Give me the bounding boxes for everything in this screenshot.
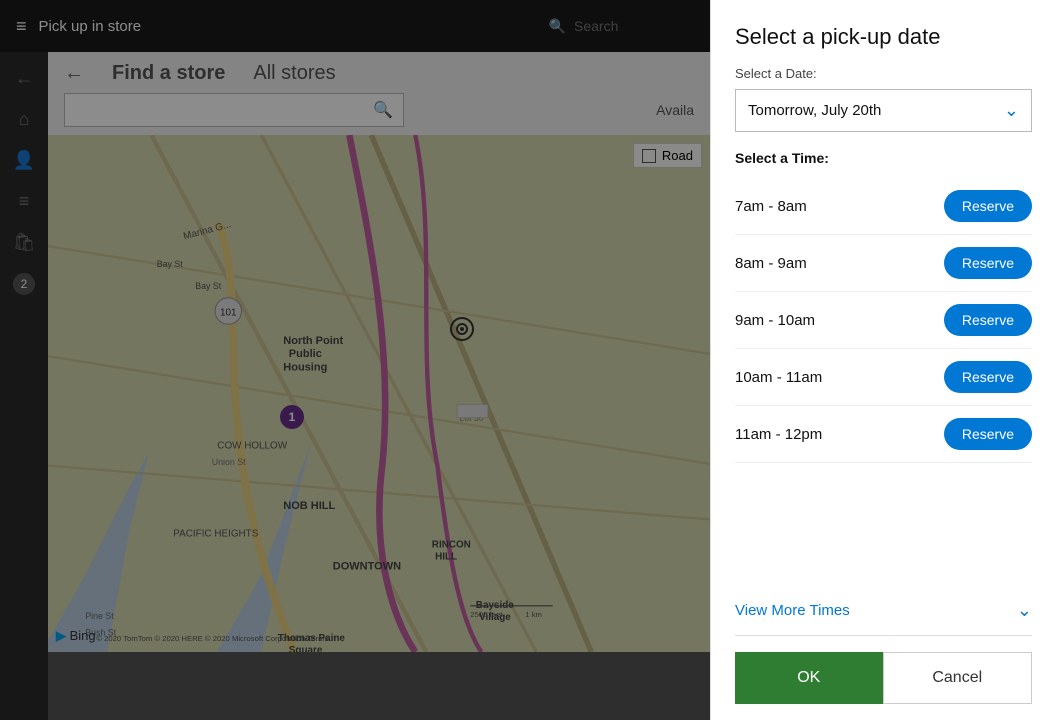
selected-date-text: Tomorrow, July 20th — [748, 102, 881, 119]
date-select-box[interactable]: Tomorrow, July 20th ⌄ — [735, 89, 1032, 132]
time-slot-text-3: 10am - 11am — [735, 369, 822, 386]
time-slot-text-1: 8am - 9am — [735, 255, 807, 272]
reserve-button-4[interactable]: Reserve — [944, 418, 1032, 450]
select-time-label: Select a Time: — [735, 150, 1032, 166]
main-overlay — [0, 0, 710, 720]
ok-button[interactable]: OK — [735, 652, 883, 704]
reserve-button-0[interactable]: Reserve — [944, 190, 1032, 222]
time-slot-text-0: 7am - 8am — [735, 198, 807, 215]
time-slot-text-2: 9am - 10am — [735, 312, 815, 329]
select-date-label: Select a Date: — [735, 66, 1032, 81]
view-more-times-row[interactable]: View More Times ⌄ — [735, 586, 1032, 636]
panel-footer: OK Cancel — [735, 636, 1032, 720]
view-more-times-link[interactable]: View More Times — [735, 602, 850, 619]
time-slot-row-2: 9am - 10am Reserve — [735, 292, 1032, 349]
time-slot-text-4: 11am - 12pm — [735, 426, 822, 443]
date-chevron-icon: ⌄ — [1004, 100, 1019, 121]
cancel-button[interactable]: Cancel — [883, 652, 1033, 704]
reserve-button-2[interactable]: Reserve — [944, 304, 1032, 336]
view-more-chevron-icon: ⌄ — [1017, 600, 1032, 621]
date-select-wrapper[interactable]: Tomorrow, July 20th ⌄ — [735, 89, 1032, 132]
time-slot-row-0: 7am - 8am Reserve — [735, 178, 1032, 235]
time-slot-row-1: 8am - 9am Reserve — [735, 235, 1032, 292]
panel-title: Select a pick-up date — [735, 24, 1032, 50]
reserve-button-3[interactable]: Reserve — [944, 361, 1032, 393]
time-slot-row-4: 11am - 12pm Reserve — [735, 406, 1032, 463]
reserve-button-1[interactable]: Reserve — [944, 247, 1032, 279]
time-slot-row-3: 10am - 11am Reserve — [735, 349, 1032, 406]
pickup-date-panel: Select a pick-up date Select a Date: Tom… — [710, 0, 1056, 720]
time-slots: 7am - 8am Reserve 8am - 9am Reserve 9am … — [735, 178, 1032, 586]
